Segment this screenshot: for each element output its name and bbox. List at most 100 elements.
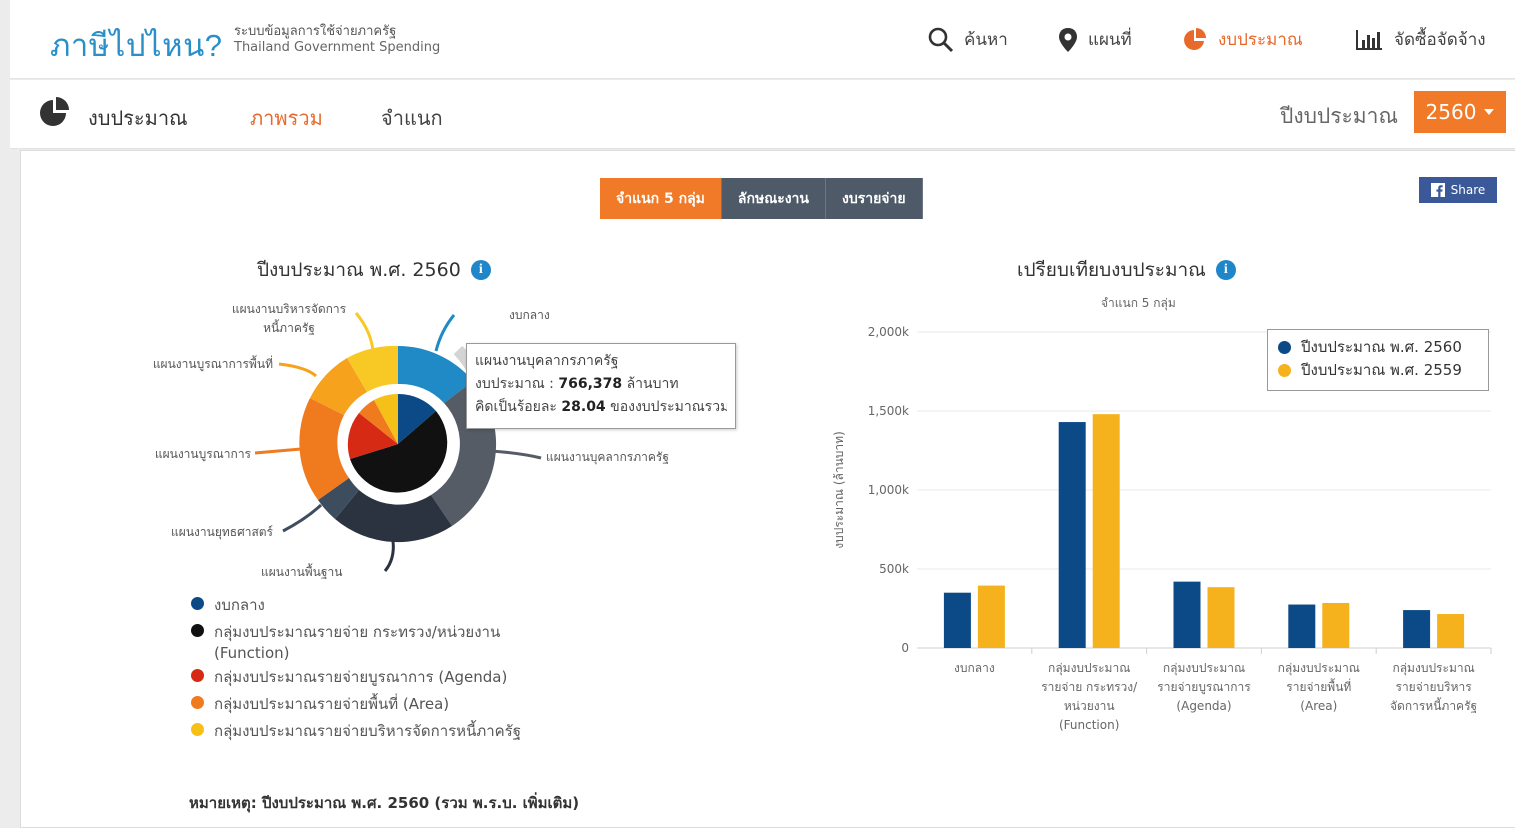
facebook-icon — [1430, 183, 1445, 197]
y-tick-label: 1,000k — [868, 483, 909, 497]
pie-chart-icon — [40, 97, 69, 126]
bar-chart-title-row: เปรียบเทียบงบประมาณ i — [1017, 255, 1236, 285]
nav-budget[interactable]: งบประมาณ — [1182, 26, 1303, 53]
tooltip-percent-row: คิดเป็นร้อยละ 28.04 ของงบประมาณรวม — [475, 399, 727, 415]
nav-search[interactable]: ค้นหา — [928, 26, 1008, 53]
legend-item-area[interactable]: กลุ่มงบประมาณรายจ่ายพื้นที่ (Area) — [191, 692, 551, 716]
donut-tooltip: แผนงานบุคลากรภาครัฐ งบประมาณ : 766,378 ล… — [466, 343, 736, 429]
view-segment-control: จำแนก 5 กลุ่ม ลักษณะงาน งบรายจ่าย — [600, 178, 923, 219]
nav-search-label: ค้นหา — [964, 30, 1008, 50]
x-tick-label: (Agenda) — [1176, 699, 1231, 713]
x-tick-label: กลุ่มงบประมาณ — [1392, 661, 1474, 676]
tab-overview[interactable]: ภาพรวม — [250, 102, 323, 134]
legend-item-2560[interactable]: ปีงบประมาณ พ.ศ. 2560 — [1278, 336, 1478, 359]
bar-chart-title: เปรียบเทียบงบประมาณ — [1017, 259, 1206, 281]
info-icon[interactable]: i — [470, 260, 491, 280]
legend-dot — [191, 696, 204, 709]
x-tick-label: (Function) — [1059, 718, 1119, 732]
leader-line-central — [434, 314, 456, 352]
x-tick-label: รายจ่ายพื้นที่ — [1286, 678, 1351, 694]
legend-dot — [191, 597, 204, 610]
legend-dot — [191, 669, 204, 682]
legend-dot — [191, 624, 204, 637]
budget-donut-chart: งบกลาง แผนงานบริหารจัดการ หนี้ภาครัฐ แผน… — [153, 302, 669, 579]
pie-chart-icon — [1184, 27, 1206, 50]
fiscal-year-label: ปีงบประมาณ — [1280, 104, 1398, 128]
donut-chart-title-row: ปีงบประมาณ พ.ศ. 2560 i — [257, 255, 491, 285]
segment-expense-type[interactable]: งบรายจ่าย — [825, 178, 923, 219]
segment-5-groups[interactable]: จำแนก 5 กลุ่ม — [600, 178, 722, 219]
bar-2560[interactable] — [1058, 422, 1086, 648]
y-tick-label: 2,000k — [868, 325, 909, 339]
nav-procurement-label: จัดซื้อจัดจ้าง — [1394, 30, 1486, 50]
section-title: งบประมาณ — [88, 106, 188, 130]
x-tick-label: รายจ่าย กระทรวง/ — [1041, 680, 1138, 694]
leader-line-debt — [354, 312, 375, 352]
legend-item-central[interactable]: งบกลาง — [191, 593, 551, 617]
info-icon[interactable]: i — [1215, 260, 1236, 280]
x-tick-label: รายจ่ายบริหาร — [1396, 680, 1473, 694]
nav-map[interactable]: แผนที่ — [1058, 26, 1132, 53]
fiscal-year-dropdown[interactable]: 2560 — [1414, 91, 1506, 133]
footnote: หมายเหตุ: ปีงบประมาณ พ.ศ. 2560 (รวม พ.ร.… — [189, 794, 580, 812]
label-admin-debt-line2: หนี้ภาครัฐ — [263, 319, 315, 335]
segment-work-type[interactable]: ลักษณะงาน — [721, 178, 826, 219]
label-personnel: แผนงานบุคลากรภาครัฐ — [546, 450, 669, 465]
x-tick-label: กลุ่มงบประมาณ — [1048, 661, 1130, 676]
y-axis-title: งบประมาณ (ล้านบาท) — [832, 431, 846, 549]
search-icon — [928, 27, 954, 52]
tooltip-percent-value: 28.04 — [561, 399, 606, 415]
y-tick-label: 0 — [901, 641, 909, 655]
nav-procurement[interactable]: จัดซื้อจัดจ้าง — [1354, 26, 1486, 53]
legend-item-2559[interactable]: ปีงบประมาณ พ.ศ. 2559 — [1278, 359, 1478, 382]
legend-item-agenda[interactable]: กลุ่มงบประมาณรายจ่ายบูรณาการ (Agenda) — [191, 665, 551, 689]
x-tick-label: รายจ่ายบูรณาการ — [1157, 680, 1251, 695]
label-basic: แผนงานพื้นฐาน — [261, 563, 342, 579]
bar-2560[interactable] — [1173, 581, 1201, 648]
tab-breakdown[interactable]: จำแนก — [381, 102, 443, 134]
x-tick-label: กลุ่มงบประมาณ — [1163, 661, 1245, 676]
nav-map-label: แผนที่ — [1088, 30, 1132, 50]
legend-dot — [1278, 364, 1291, 377]
legend-dot — [1278, 341, 1291, 354]
bar-2559[interactable] — [977, 585, 1005, 648]
site-logo[interactable]: ภาษีไปไหน? — [50, 20, 223, 70]
x-tick-label: กลุ่มงบประมาณ — [1278, 661, 1360, 676]
legend-dot — [191, 723, 204, 736]
y-tick-label: 500k — [879, 562, 909, 576]
leader-line-strategic — [282, 503, 323, 533]
caret-down-icon — [1484, 109, 1495, 115]
bar-2560[interactable] — [1288, 604, 1316, 648]
label-integrated: แผนงานบูรณาการ — [155, 447, 252, 462]
donut-legend: งบกลาง กลุ่มงบประมาณรายจ่าย กระทรวง/หน่ว… — [191, 593, 551, 746]
main-panel: จำแนก 5 กลุ่ม ลักษณะงาน งบรายจ่าย Share … — [20, 150, 1515, 828]
bar-2559[interactable] — [1092, 414, 1120, 648]
facebook-share-button[interactable]: Share — [1419, 177, 1497, 203]
donut-chart-title: ปีงบประมาณ พ.ศ. 2560 — [257, 259, 461, 281]
bar-2560[interactable] — [943, 592, 971, 648]
budget-subnav: งบประมาณ ภาพรวม จำแนก ปีงบประมาณ 2560 — [10, 80, 1515, 149]
bar-chart-legend: ปีงบประมาณ พ.ศ. 2560 ปีงบประมาณ พ.ศ. 255… — [1267, 329, 1489, 391]
legend-item-function[interactable]: กลุ่มงบประมาณรายจ่าย กระทรวง/หน่วยงาน (F… — [191, 620, 551, 662]
bar-2559[interactable] — [1207, 587, 1235, 648]
site-subtitle-thai: ระบบข้อมูลการใช้จ่ายภาครัฐ — [234, 24, 397, 39]
leader-line-personnel — [490, 449, 542, 460]
site-subtitle-english: Thailand Government Spending — [234, 40, 441, 55]
x-tick-label: งบกลาง — [954, 661, 995, 675]
tooltip-title: แผนงานบุคลากรภาครัฐ — [475, 353, 619, 369]
top-navbar: ภาษีไปไหน? ระบบข้อมูลการใช้จ่ายภาครัฐ Th… — [10, 0, 1515, 79]
label-central: งบกลาง — [509, 308, 550, 322]
x-tick-label: (Area) — [1300, 699, 1337, 713]
bar-chart-icon — [1356, 29, 1382, 50]
bar-2560[interactable] — [1403, 610, 1431, 648]
y-tick-label: 1,500k — [868, 404, 909, 418]
legend-item-debt[interactable]: กลุ่มงบประมาณรายจ่ายบริหารจัดการหนี้ภาคร… — [191, 719, 551, 743]
bar-2559[interactable] — [1322, 602, 1350, 648]
nav-budget-label: งบประมาณ — [1218, 30, 1303, 50]
x-tick-label: จัดการหนี้ภาครัฐ — [1390, 697, 1477, 713]
label-strategic: แผนงานยุทธศาสตร์ — [171, 525, 274, 540]
label-admin-debt-line1: แผนงานบริหารจัดการ — [232, 302, 347, 316]
bar-2559[interactable] — [1437, 614, 1465, 648]
leader-line-basic — [383, 540, 395, 572]
fiscal-year-value: 2560 — [1425, 100, 1477, 124]
